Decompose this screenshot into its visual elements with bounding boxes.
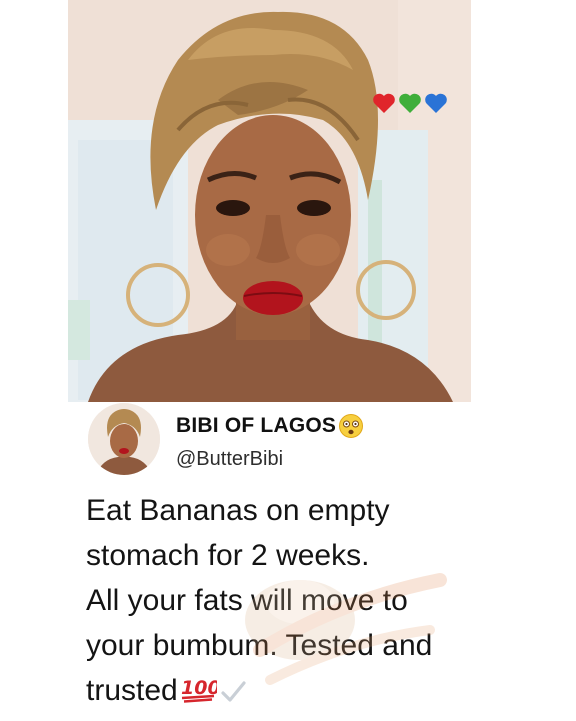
green-heart-icon xyxy=(399,93,421,113)
post-text-line: Eat Bananas on empty xyxy=(86,494,390,527)
author-display-name[interactable]: BIBI OF LAGOS xyxy=(176,414,336,438)
dizzy-face-emoji-icon xyxy=(339,414,364,438)
post-text-line: stomach for 2 weeks. xyxy=(86,539,370,572)
blue-heart-icon xyxy=(425,93,447,113)
red-heart-icon xyxy=(373,93,395,113)
heart-emoji-group xyxy=(372,92,448,114)
avatar-image xyxy=(88,403,160,475)
author-name-row: BIBI OF LAGOS xyxy=(176,413,364,439)
post-text-line: trusted xyxy=(86,674,178,707)
photo-illustration xyxy=(68,0,471,402)
post-text-last-line: trusted 100 xyxy=(86,668,566,713)
post-text-line: your bumbum. Tested and xyxy=(86,629,433,662)
author-avatar[interactable] xyxy=(88,403,160,475)
hundred-points-emoji-icon: 100 xyxy=(181,677,217,703)
check-mark-emoji-icon xyxy=(221,681,246,702)
post-text-line: All your fats will move to xyxy=(86,584,408,617)
post-text: Eat Bananas on empty stomach for 2 weeks… xyxy=(86,488,566,713)
author-handle[interactable]: @ButterBibi xyxy=(176,448,283,471)
post-photo xyxy=(68,0,471,402)
